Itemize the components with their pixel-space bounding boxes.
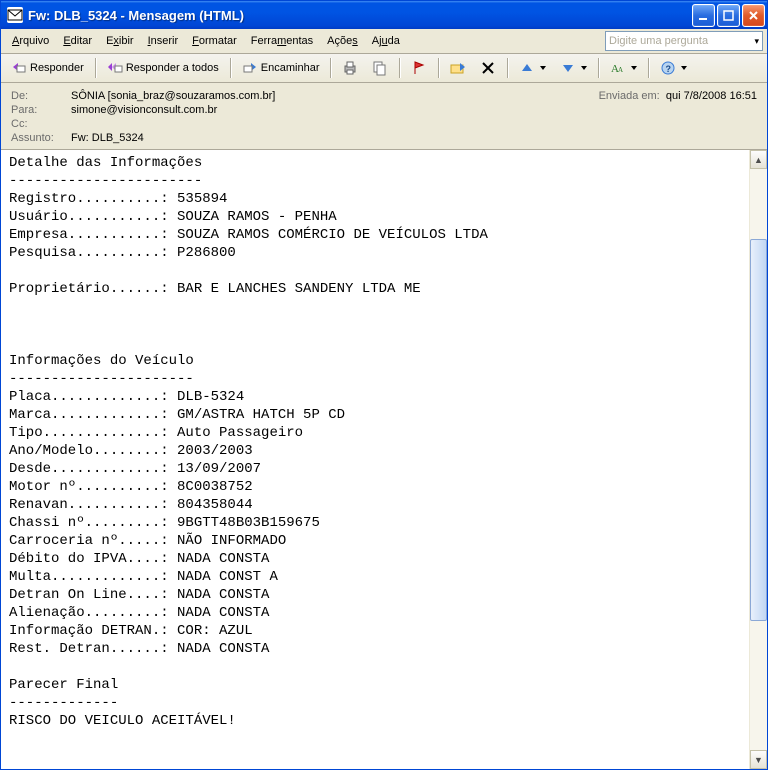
subject-label: Assunto:: [11, 132, 71, 144]
subject-value: Fw: DLB_5324: [71, 132, 757, 144]
maximize-button[interactable]: [717, 4, 740, 27]
from-label: De:: [11, 90, 71, 102]
menu-arquivo[interactable]: Arquivo: [5, 32, 56, 50]
scroll-up-button[interactable]: ▲: [750, 150, 767, 169]
print-icon: [342, 60, 358, 76]
window-buttons: [692, 4, 765, 27]
svg-text:?: ?: [666, 64, 672, 74]
separator: [648, 58, 649, 78]
to-value: simone@visionconsult.com.br: [71, 104, 757, 116]
scroll-down-button[interactable]: ▼: [750, 750, 767, 769]
reply-icon: [11, 60, 27, 76]
toolbar: Responder Responder a todos Encaminhar: [1, 54, 767, 83]
down-arrow-icon: [560, 60, 576, 76]
ask-question-box[interactable]: Digite uma pergunta ▾: [605, 31, 763, 51]
flag-button[interactable]: [405, 57, 433, 79]
menu-formatar[interactable]: Formatar: [185, 32, 244, 50]
separator: [438, 58, 439, 78]
menu-bar: Arquivo Editar Exibir Inserir Formatar F…: [1, 29, 767, 54]
next-item-button[interactable]: [554, 57, 593, 79]
cc-label: Cc:: [11, 118, 71, 130]
help-icon: ?: [660, 60, 676, 76]
forward-icon: [242, 60, 258, 76]
sent-field: Enviada em: qui 7/8/2008 16:51: [599, 90, 757, 102]
chevron-down-icon: [631, 66, 637, 70]
window-frame: Fw: DLB_5324 - Mensagem (HTML) Arquivo E…: [0, 0, 768, 770]
scroll-thumb[interactable]: [750, 239, 767, 621]
minimize-button[interactable]: [692, 4, 715, 27]
vertical-scrollbar[interactable]: ▲ ▼: [749, 150, 767, 769]
separator: [507, 58, 508, 78]
scroll-track[interactable]: [750, 169, 767, 750]
move-folder-button[interactable]: [444, 57, 472, 79]
menu-exibir[interactable]: Exibir: [99, 32, 141, 50]
menu-ajuda[interactable]: Ajuda: [365, 32, 407, 50]
message-headers: De: SÔNIA [sonia_braz@souzaramos.com.br]…: [1, 83, 767, 150]
separator: [399, 58, 400, 78]
chevron-down-icon: [681, 66, 687, 70]
menu-inserir[interactable]: Inserir: [141, 32, 186, 50]
prev-item-button[interactable]: [513, 57, 552, 79]
print-button[interactable]: [336, 57, 364, 79]
chevron-down-icon: [540, 66, 546, 70]
up-arrow-icon: [519, 60, 535, 76]
delete-icon: [480, 60, 496, 76]
sent-value: qui 7/8/2008 16:51: [666, 90, 757, 102]
separator: [598, 58, 599, 78]
chevron-down-icon: [581, 66, 587, 70]
reply-button[interactable]: Responder: [5, 57, 90, 79]
mail-icon: [7, 7, 23, 23]
delete-button[interactable]: [474, 57, 502, 79]
folder-move-icon: [450, 60, 466, 76]
flag-icon: [411, 60, 427, 76]
forward-button[interactable]: Encaminhar: [236, 57, 326, 79]
menu-editar[interactable]: Editar: [56, 32, 99, 50]
title-bar[interactable]: Fw: DLB_5324 - Mensagem (HTML): [1, 1, 767, 29]
window-title: Fw: DLB_5324 - Mensagem (HTML): [28, 8, 692, 23]
to-label: Para:: [11, 104, 71, 116]
svg-text:A: A: [618, 66, 623, 74]
from-value: SÔNIA [sonia_braz@souzaramos.com.br]: [71, 90, 599, 102]
sent-label: Enviada em:: [599, 90, 660, 102]
close-button[interactable]: [742, 4, 765, 27]
menu-ferramentas[interactable]: Ferramentas: [244, 32, 320, 50]
reply-all-button[interactable]: Responder a todos: [101, 57, 225, 79]
body-wrapper: Detalhe das Informações ----------------…: [1, 150, 767, 769]
ask-placeholder: Digite uma pergunta: [609, 35, 708, 47]
reply-all-icon: [107, 60, 123, 76]
font-size-icon: AA: [610, 60, 626, 76]
copy-button[interactable]: [366, 57, 394, 79]
menu-acoes[interactable]: Ações: [320, 32, 365, 50]
separator: [230, 58, 231, 78]
separator: [330, 58, 331, 78]
help-button[interactable]: ?: [654, 57, 693, 79]
font-size-button[interactable]: AA: [604, 57, 643, 79]
message-body[interactable]: Detalhe das Informações ----------------…: [1, 150, 749, 769]
chevron-down-icon: ▾: [754, 36, 759, 47]
separator: [95, 58, 96, 78]
copy-icon: [372, 60, 388, 76]
